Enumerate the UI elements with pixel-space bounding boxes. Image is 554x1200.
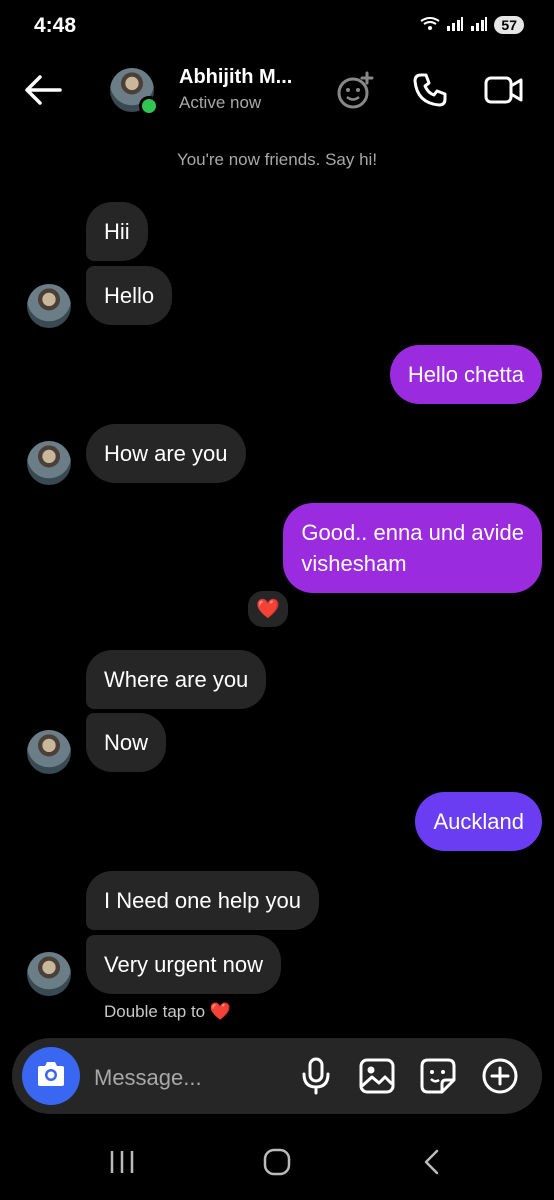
back-icon[interactable]: [407, 1140, 457, 1184]
status-icons: 57: [420, 16, 524, 34]
message-bubble-incoming[interactable]: Very urgent now: [86, 935, 281, 994]
recent-apps-icon[interactable]: [97, 1140, 147, 1184]
message-bubble-outgoing[interactable]: Hello chetta: [389, 345, 542, 404]
back-arrow-icon[interactable]: [22, 70, 64, 110]
message-bubble-outgoing[interactable]: Auckland: [415, 792, 542, 851]
camera-button[interactable]: [22, 1047, 80, 1105]
message-bubble-outgoing[interactable]: Good.. enna und avide vishesham: [283, 503, 542, 593]
sender-avatar[interactable]: [27, 730, 71, 774]
effects-icon[interactable]: [334, 68, 378, 112]
sender-avatar[interactable]: [27, 441, 71, 485]
camera-icon: [35, 1060, 67, 1093]
signal-icon-2: [470, 16, 488, 34]
message-bubble-incoming[interactable]: Now: [86, 713, 167, 772]
contact-status: Active now: [179, 93, 262, 112]
sticker-icon[interactable]: [418, 1056, 458, 1096]
message-bubble-incoming[interactable]: How are you: [86, 424, 246, 483]
gallery-icon[interactable]: [357, 1056, 397, 1096]
sender-avatar[interactable]: [27, 952, 71, 996]
status-time: 4:48: [34, 14, 77, 37]
wifi-icon: [420, 16, 440, 34]
contact-name[interactable]: Abhijith M...: [179, 66, 292, 89]
signal-icon: [446, 16, 464, 34]
battery-indicator: 57: [494, 16, 524, 34]
message-bubble-incoming[interactable]: I Need one help you: [86, 871, 319, 930]
message-bubble-incoming[interactable]: Hii: [86, 202, 148, 261]
system-message: You're now friends. Say hi!: [176, 150, 378, 169]
phone-icon[interactable]: [408, 68, 452, 112]
message-bubble-incoming[interactable]: Hello: [86, 266, 173, 325]
video-icon[interactable]: [482, 68, 526, 112]
online-indicator: [139, 96, 159, 116]
message-bubble-incoming[interactable]: Where are you: [86, 650, 267, 709]
message-input[interactable]: [92, 1060, 286, 1096]
plus-icon[interactable]: [480, 1056, 520, 1096]
sender-avatar[interactable]: [27, 284, 71, 328]
double-tap-hint: Double tap to ❤️: [104, 1002, 232, 1021]
home-icon[interactable]: [252, 1140, 302, 1184]
microphone-icon[interactable]: [296, 1056, 336, 1096]
heart-reaction[interactable]: ❤️: [245, 588, 291, 630]
